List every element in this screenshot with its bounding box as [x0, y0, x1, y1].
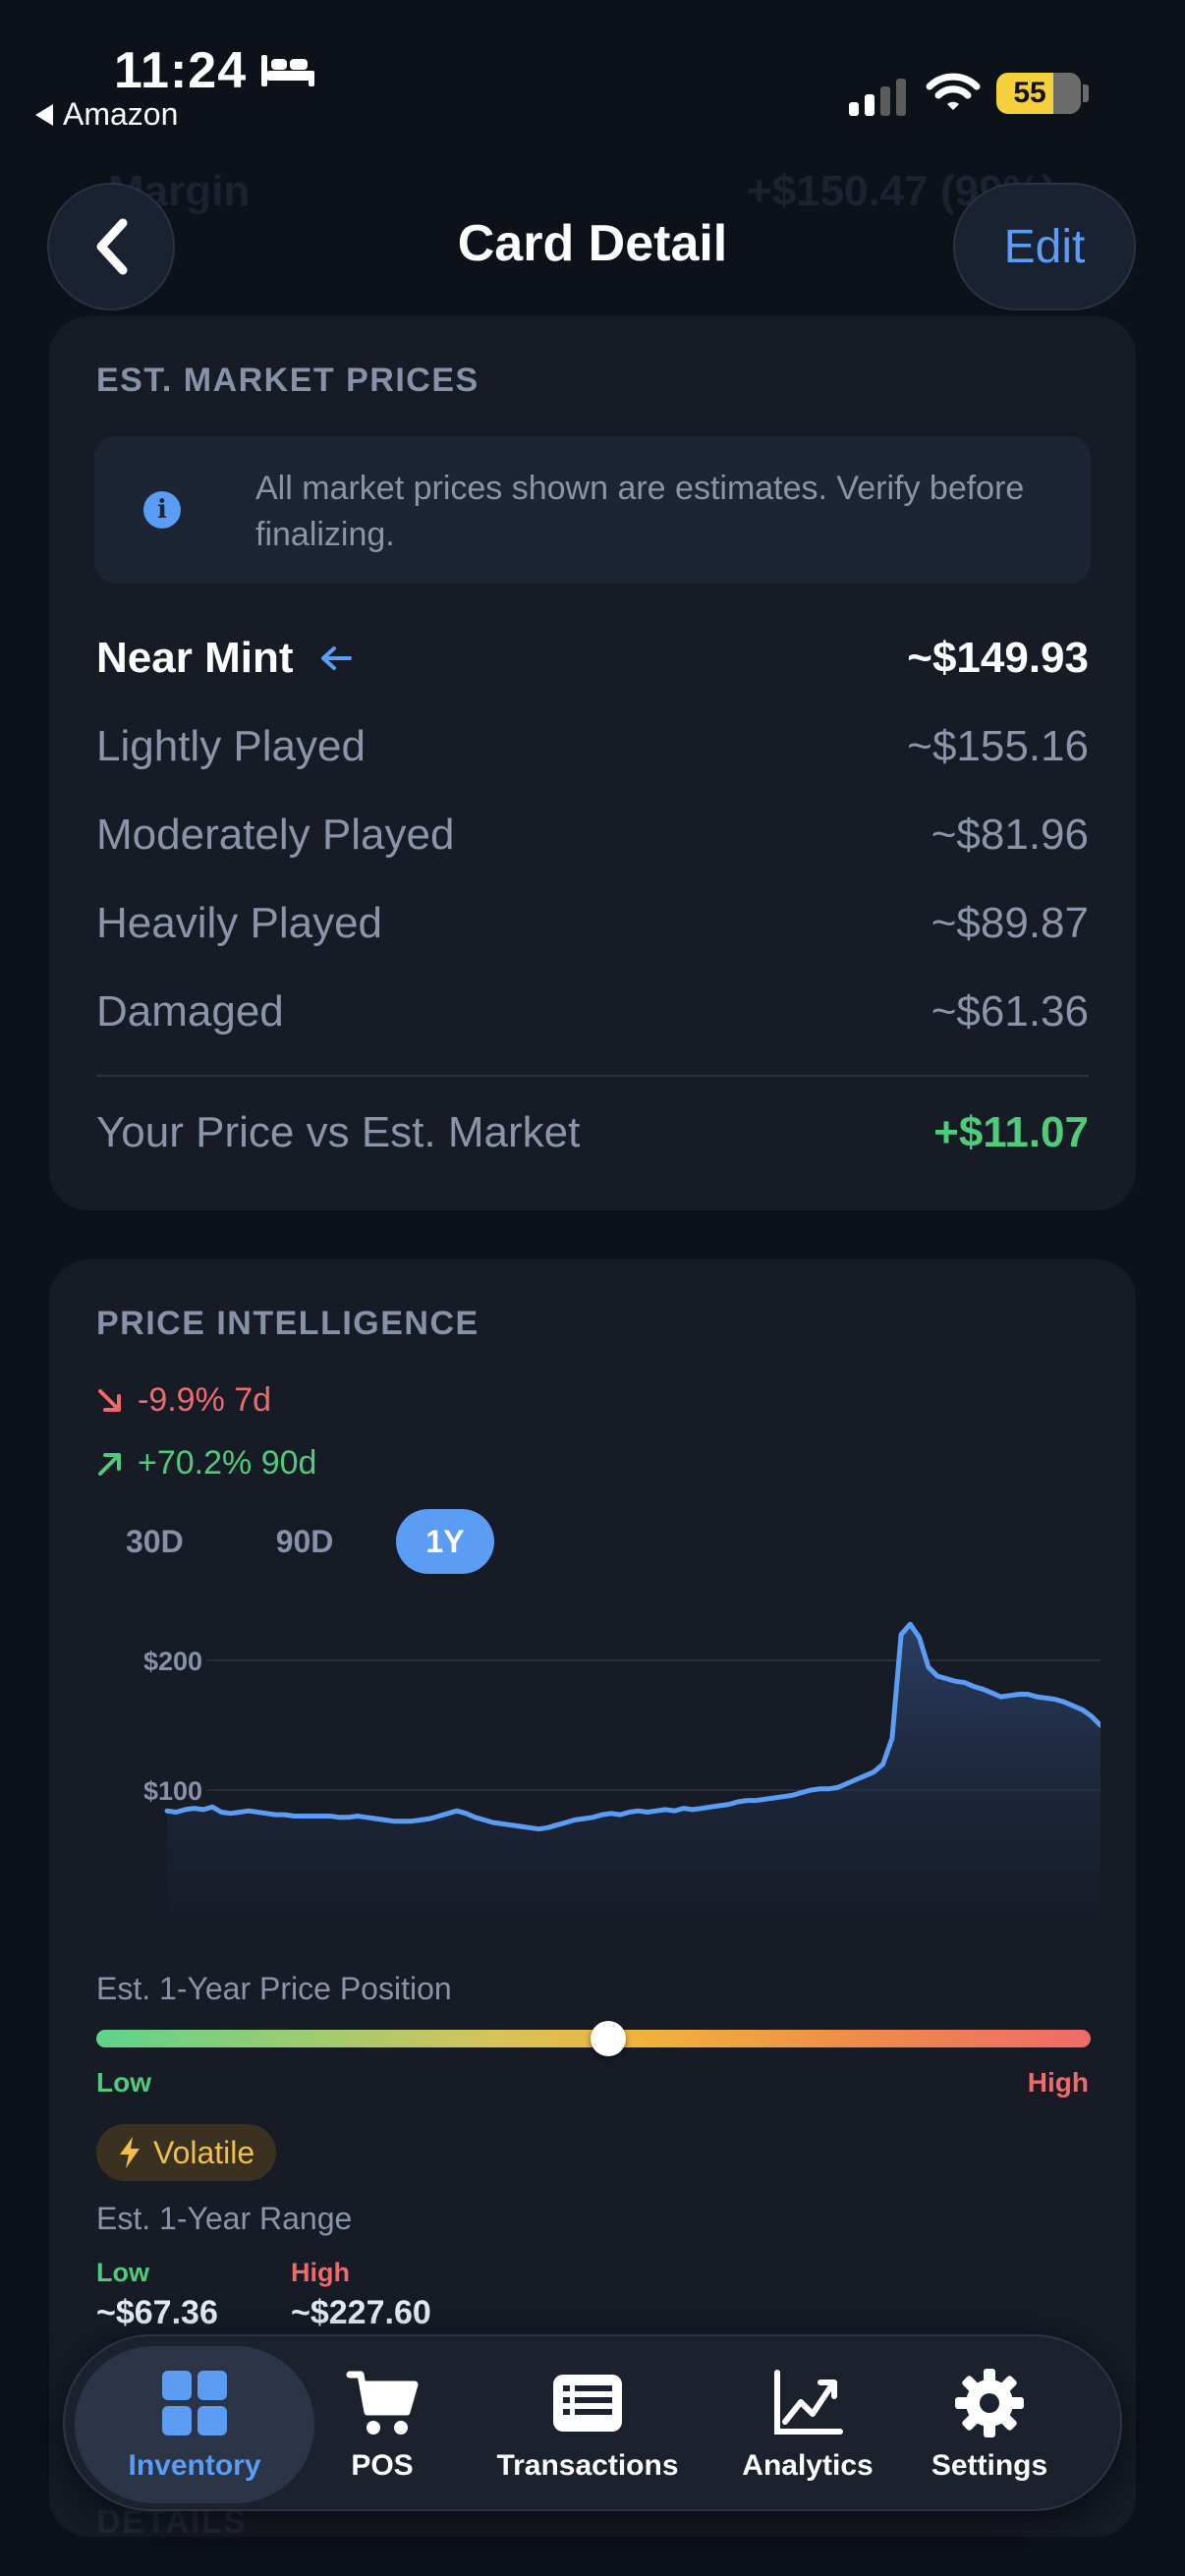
wifi-icon	[926, 73, 981, 110]
gauge-high-label: High	[1027, 2067, 1089, 2098]
tab-settings[interactable]: Settings	[916, 2336, 1063, 2513]
battery-icon: 55	[996, 73, 1081, 114]
tab-label: Transactions	[496, 2449, 679, 2482]
arrow-left-icon	[321, 646, 353, 670]
estimate-info-banner: i All market prices shown are estimates.…	[94, 436, 1091, 584]
y-tick-label: $200	[143, 1647, 202, 1676]
tab-analytics[interactable]: Analytics	[729, 2336, 886, 2513]
price-position-label: Est. 1-Year Price Position	[96, 1971, 452, 2006]
condition-label: Heavily Played	[96, 899, 383, 947]
condition-price: ~$155.16	[907, 722, 1089, 770]
arrow-down-right-icon	[98, 1388, 121, 1412]
tab-label: Inventory	[128, 2449, 261, 2482]
condition-price: ~$89.87	[931, 899, 1089, 947]
trend-7d-value: -9.9% 7d	[138, 1381, 272, 1419]
y-tick-label: $100	[143, 1776, 202, 1806]
range-tabs: 30D 90D 1Y	[96, 1509, 494, 1574]
tab-1y[interactable]: 1Y	[396, 1509, 494, 1574]
price-area-fill	[167, 1624, 1100, 1920]
condition-row-damaged[interactable]: Damaged ~$61.36	[96, 982, 1089, 1041]
gauge-low-label: Low	[96, 2067, 151, 2098]
tab-30d[interactable]: 30D	[96, 1509, 213, 1574]
volatility-label: Volatile	[153, 2134, 255, 2170]
trend-90d: +70.2% 90d	[96, 1444, 316, 1483]
tab-pos[interactable]: POS	[318, 2336, 446, 2513]
bottom-tab-bar: Inventory POS Transactions Analytics Set…	[63, 2334, 1122, 2511]
condition-label: Moderately Played	[96, 811, 455, 859]
volatility-badge: Volatile	[96, 2124, 277, 2181]
back-to-app-link[interactable]: Amazon	[35, 96, 178, 133]
divider	[96, 1075, 1089, 1077]
price-position-marker	[591, 2021, 627, 2056]
range-high-key: High	[291, 2258, 350, 2287]
cart-icon	[346, 2371, 419, 2435]
condition-label: Near Mint	[96, 634, 294, 682]
info-text: All market prices shown are estimates. V…	[255, 470, 1025, 553]
range-high-value: ~$227.60	[291, 2294, 431, 2331]
condition-label: Damaged	[96, 987, 284, 1036]
info-icon: i	[143, 491, 181, 529]
edit-button[interactable]: Edit	[953, 183, 1136, 310]
condition-price: ~$149.93	[907, 634, 1089, 682]
arrow-up-right-icon	[98, 1452, 121, 1476]
range-low-key: Low	[96, 2258, 149, 2287]
back-triangle-icon	[35, 103, 53, 126]
price-vs-market-value: +$11.07	[933, 1108, 1089, 1156]
price-vs-market-label: Your Price vs Est. Market	[96, 1108, 581, 1156]
condition-label: Lightly Played	[96, 722, 366, 770]
tab-label: POS	[351, 2449, 414, 2482]
clock: 11:24	[114, 42, 248, 99]
list-icon	[553, 2375, 622, 2432]
lightning-icon	[120, 2137, 140, 2168]
condition-row-near-mint[interactable]: Near Mint ~$149.93	[96, 629, 1089, 688]
condition-row-heavily-played[interactable]: Heavily Played ~$89.87	[96, 894, 1089, 953]
tab-transactions[interactable]: Transactions	[481, 2336, 694, 2513]
trend-7d: -9.9% 7d	[96, 1381, 271, 1420]
price-history-chart: $100$200Oct 19Jan 12	[143, 1621, 1100, 1920]
range-label: Est. 1-Year Range	[96, 2201, 353, 2236]
back-app-label: Amazon	[63, 96, 179, 132]
condition-price: ~$61.36	[931, 987, 1089, 1036]
range-high: High ~$227.60	[291, 2258, 431, 2332]
battery-level: 55	[1013, 77, 1046, 109]
market-prices-card: EST. MARKET PRICES i All market prices s…	[49, 316, 1136, 1210]
tab-90d[interactable]: 90D	[247, 1509, 364, 1574]
chart-icon	[774, 2370, 843, 2435]
trend-90d-value: +70.2% 90d	[138, 1444, 317, 1482]
range-low-value: ~$67.36	[96, 2294, 218, 2331]
condition-row-moderately-played[interactable]: Moderately Played ~$81.96	[96, 806, 1089, 865]
price-position-gauge	[96, 2021, 1091, 2056]
condition-row-lightly-played[interactable]: Lightly Played ~$155.16	[96, 717, 1089, 776]
battery-tip	[1083, 84, 1089, 102]
market-prices-title: EST. MARKET PRICES	[96, 362, 480, 399]
price-vs-market-row: Your Price vs Est. Market +$11.07	[96, 1108, 1089, 1157]
grid-icon	[162, 2371, 227, 2436]
tab-label: Settings	[931, 2449, 1048, 2482]
status-bar: 11:24 Amazon 55	[0, 0, 1185, 147]
tab-inventory[interactable]: Inventory	[75, 2346, 314, 2503]
price-intelligence-title: PRICE INTELLIGENCE	[96, 1305, 480, 1342]
condition-price: ~$81.96	[931, 811, 1089, 859]
cellular-signal-icon	[849, 77, 906, 116]
range-low: Low ~$67.36	[96, 2258, 218, 2332]
gear-icon	[955, 2369, 1024, 2437]
sleep-focus-icon	[261, 55, 314, 86]
tab-label: Analytics	[742, 2449, 874, 2482]
